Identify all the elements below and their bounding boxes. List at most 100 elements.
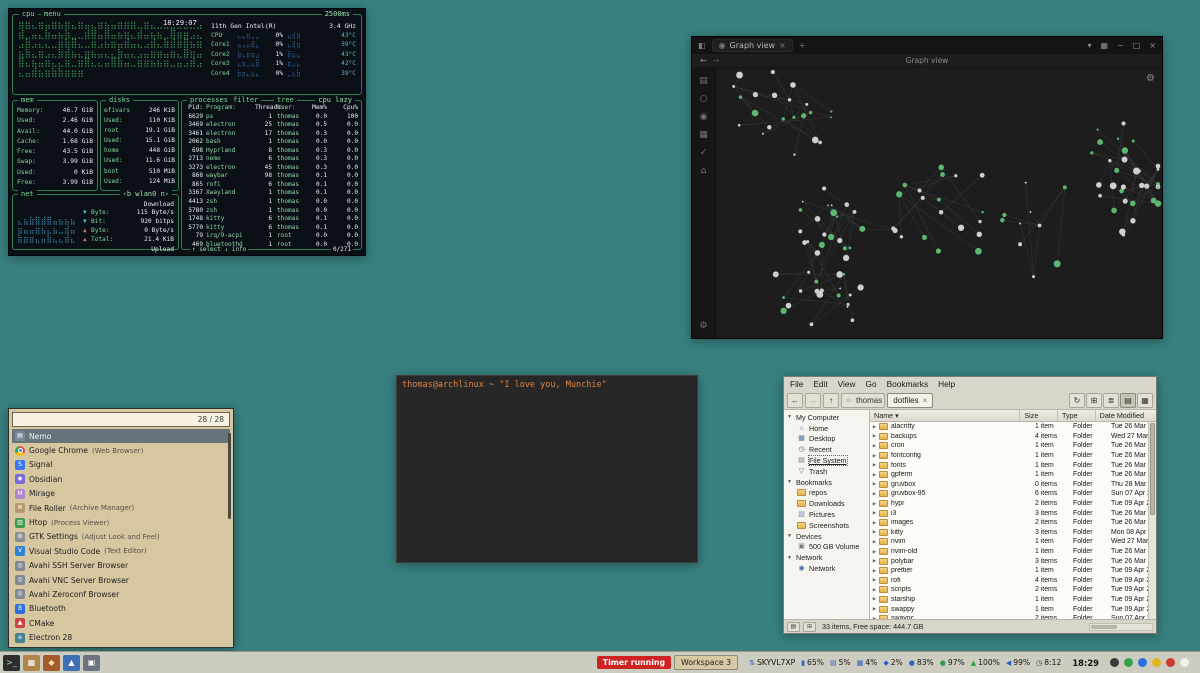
graph-node[interactable] bbox=[1139, 183, 1144, 188]
graph-node[interactable] bbox=[814, 280, 818, 284]
row-expander-icon[interactable]: ▶ bbox=[870, 529, 879, 535]
menu-item-mirage[interactable]: MMirage bbox=[12, 487, 230, 501]
graph-node[interactable] bbox=[1132, 140, 1135, 143]
graph-node[interactable] bbox=[818, 141, 822, 145]
file-row-images[interactable]: ▶images2 itemsFolderTue 26 Mar 2024 18:0… bbox=[870, 518, 1148, 528]
tray-memory[interactable]: ▤5% bbox=[830, 658, 851, 667]
graph-node[interactable] bbox=[858, 284, 864, 290]
tree-toggle[interactable]: tree bbox=[274, 96, 297, 104]
graph-node[interactable] bbox=[836, 271, 843, 278]
sidebar-item-downloads[interactable]: Downloads bbox=[784, 498, 869, 509]
graph-settings-icon[interactable]: ⚙ bbox=[1146, 73, 1155, 84]
tab-close-icon[interactable]: × bbox=[779, 41, 786, 50]
graph-node[interactable] bbox=[793, 153, 795, 155]
menu-item-bluetooth[interactable]: BBluetooth bbox=[12, 602, 230, 616]
process-row[interactable]: 3367Xwayland1thomas0.10.0 bbox=[182, 189, 361, 198]
file-row-gpferm[interactable]: ▶gpferm1 itemFolderTue 26 Mar 2024 18:04… bbox=[870, 470, 1148, 480]
graph-node[interactable] bbox=[1151, 198, 1157, 204]
process-col-header[interactable]: Pid: bbox=[185, 103, 206, 113]
graph-node[interactable] bbox=[853, 210, 857, 214]
graph-node[interactable] bbox=[851, 318, 855, 322]
graph-node[interactable] bbox=[830, 110, 832, 112]
sidebar-section-network[interactable]: ▼Network bbox=[784, 552, 869, 563]
workspace-indicator[interactable]: Workspace 3 bbox=[674, 655, 738, 670]
sidebar-section-my-computer[interactable]: ▼My Computer bbox=[784, 412, 869, 423]
file-row-nvim[interactable]: ▶nvim1 itemFolderWed 27 Mar 2024 11:00:2… bbox=[870, 537, 1148, 547]
icon-view-button[interactable]: ⊞ bbox=[1086, 393, 1102, 408]
package-launcher-icon[interactable]: ▦ bbox=[23, 655, 40, 671]
graph-node[interactable] bbox=[1025, 182, 1027, 184]
graph-node[interactable] bbox=[1090, 151, 1093, 154]
graph-node[interactable] bbox=[844, 202, 849, 207]
sidebar-item-home[interactable]: ⌂Home bbox=[784, 423, 869, 434]
graph-node[interactable] bbox=[1121, 121, 1125, 125]
graph-node[interactable] bbox=[819, 242, 825, 248]
row-expander-icon[interactable]: ▶ bbox=[870, 558, 879, 564]
graph-node[interactable] bbox=[980, 173, 985, 178]
graph-node[interactable] bbox=[1110, 182, 1117, 189]
graph-node[interactable] bbox=[809, 111, 812, 114]
forward-button[interactable]: → bbox=[805, 393, 821, 408]
sort-selector[interactable]: cpu lazy bbox=[315, 96, 355, 104]
show-desktop-icon[interactable] bbox=[1180, 658, 1189, 667]
sidebar-toggle-icon[interactable]: ◧ bbox=[698, 41, 706, 50]
file-row-rofi[interactable]: ▶rofi4 itemsFolderTue 09 Apr 2024 16:30:… bbox=[870, 576, 1148, 586]
graph-node[interactable] bbox=[739, 95, 742, 98]
graph-node[interactable] bbox=[1156, 164, 1161, 169]
file-row-i3[interactable]: ▶i33 itemsFolderTue 26 Mar 2024 18:04:02… bbox=[870, 508, 1148, 518]
menu-item-avahi-ssh-server-browser[interactable]: ◎Avahi SSH Server Browser bbox=[12, 559, 230, 573]
graph-node[interactable] bbox=[954, 174, 957, 177]
process-row[interactable]: 5780zsh1thomas0.00.0 bbox=[182, 207, 361, 216]
graph-node[interactable] bbox=[799, 208, 803, 212]
notification-icon[interactable] bbox=[1152, 658, 1161, 667]
menu-button[interactable]: menu bbox=[41, 10, 64, 18]
process-row[interactable]: 79irq/9-acpi1root0.00.0 bbox=[182, 232, 361, 241]
row-expander-icon[interactable]: ▶ bbox=[870, 606, 879, 612]
graph-node[interactable] bbox=[790, 82, 796, 88]
column-header-name[interactable]: Name ▾ bbox=[870, 410, 1020, 421]
process-row[interactable]: 3273electron45thomas0.30.0 bbox=[182, 164, 361, 173]
graph-node[interactable] bbox=[843, 273, 846, 276]
volume-icon[interactable] bbox=[1110, 658, 1119, 667]
graph-node[interactable] bbox=[815, 216, 821, 222]
tab-close-icon[interactable]: × bbox=[923, 396, 928, 405]
graph-node[interactable] bbox=[848, 247, 851, 250]
graph-node[interactable] bbox=[1019, 222, 1021, 224]
menu-item-google-chrome[interactable]: Google Chrome(Web Browser) bbox=[12, 443, 230, 457]
row-expander-icon[interactable]: ▶ bbox=[870, 453, 879, 459]
graph-icon[interactable]: ◉ bbox=[700, 112, 708, 122]
row-expander-icon[interactable]: ▶ bbox=[870, 577, 879, 583]
search-icon[interactable]: ○ bbox=[700, 94, 708, 104]
graph-node[interactable] bbox=[752, 110, 759, 117]
terminal-window[interactable]: thomas@archlinux ~ "I love you, Munchie" bbox=[396, 375, 698, 563]
graph-node[interactable] bbox=[1133, 167, 1140, 174]
graph-node[interactable] bbox=[978, 220, 981, 223]
sidebar-item-recent[interactable]: ◷Recent bbox=[784, 444, 869, 455]
graph-node[interactable] bbox=[798, 229, 802, 233]
tray-wifi[interactable]: ⇅SKYVL7XP bbox=[749, 658, 795, 667]
graph-node[interactable] bbox=[1097, 128, 1099, 130]
refresh-interval[interactable]: 2500ms bbox=[322, 10, 353, 18]
menu-help[interactable]: Help bbox=[938, 379, 955, 389]
power-icon[interactable] bbox=[1124, 658, 1133, 667]
file-row-kitty[interactable]: ▶kitty3 itemsFolderMon 08 Apr 2024 17:33… bbox=[870, 528, 1148, 538]
graph-node[interactable] bbox=[782, 117, 785, 120]
sidebar-item-screenshots[interactable]: Screenshots bbox=[784, 520, 869, 531]
row-expander-icon[interactable]: ▶ bbox=[870, 501, 879, 507]
column-header-type[interactable]: Type bbox=[1058, 410, 1096, 421]
process-row[interactable]: 4413zsh1thomas0.00.0 bbox=[182, 198, 361, 207]
menu-item-htop[interactable]: ▥Htop(Process Viewer) bbox=[12, 515, 230, 529]
graph-node[interactable] bbox=[896, 191, 902, 197]
row-expander-icon[interactable]: ▶ bbox=[870, 596, 879, 602]
tab-list-icon[interactable]: ▾ bbox=[1087, 41, 1091, 50]
file-row-swappy[interactable]: ▶swappy1 itemFolderTue 09 Apr 2024 18:14… bbox=[870, 604, 1148, 614]
network-icon[interactable] bbox=[1138, 658, 1147, 667]
graph-node[interactable] bbox=[837, 238, 842, 243]
obsidian-titlebar[interactable]: ◧ ◉ Graph view × + ▾ ▦ − □ × bbox=[692, 37, 1162, 54]
tray-battery[interactable]: ▮65% bbox=[801, 658, 824, 667]
graph-node[interactable] bbox=[782, 296, 785, 299]
file-row-alacritty[interactable]: ▶alacritty1 itemFolderTue 26 Mar 2024 18… bbox=[870, 422, 1148, 432]
new-tab-icon[interactable]: + bbox=[799, 41, 806, 50]
process-row[interactable]: 6629ps1thomas0.0100 bbox=[182, 113, 361, 122]
graph-node[interactable] bbox=[815, 289, 820, 294]
